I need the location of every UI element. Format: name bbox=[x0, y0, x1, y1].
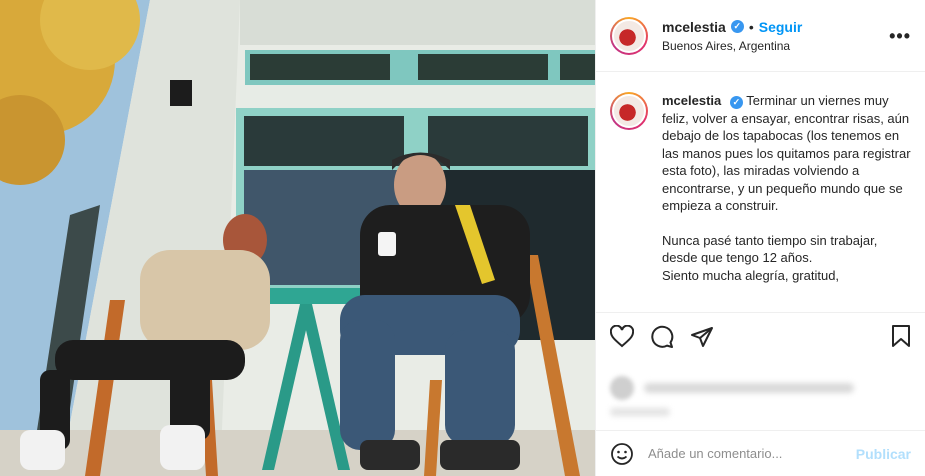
instagram-post: mcelestia ✓ • Seguir Buenos Aires, Argen… bbox=[0, 0, 925, 476]
smiley-icon[interactable] bbox=[610, 442, 634, 466]
comment-box: Añade un comentario... Publicar bbox=[596, 430, 925, 476]
bookmark-icon[interactable] bbox=[889, 324, 913, 348]
post-sidebar: mcelestia ✓ • Seguir Buenos Aires, Argen… bbox=[595, 0, 925, 476]
caption: mcelestia ✓ Terminar un viernes muy feli… bbox=[662, 92, 911, 312]
follow-button[interactable]: Seguir bbox=[759, 19, 803, 35]
caption-text: Terminar un viernes muy feliz, volver a … bbox=[662, 93, 911, 213]
author-username[interactable]: mcelestia bbox=[662, 19, 726, 35]
comment-bubble-icon[interactable] bbox=[650, 325, 674, 349]
action-bar bbox=[596, 312, 925, 360]
caption-username[interactable]: mcelestia bbox=[662, 93, 721, 108]
heart-icon[interactable] bbox=[610, 324, 634, 349]
separator-dot: • bbox=[748, 18, 754, 35]
more-options-icon[interactable]: ••• bbox=[889, 26, 911, 47]
comments-area[interactable]: mcelestia ✓ Terminar un viernes muy feli… bbox=[596, 72, 925, 312]
post-photo-illustration bbox=[0, 0, 595, 476]
paper-plane-icon[interactable] bbox=[690, 325, 714, 349]
caption-paragraph-2-line-1: Nunca pasé tanto tiempo sin trabajar, de… bbox=[662, 232, 878, 266]
post-photo[interactable] bbox=[0, 0, 595, 476]
likes-text-blurred bbox=[644, 383, 854, 393]
post-header: mcelestia ✓ • Seguir Buenos Aires, Argen… bbox=[596, 0, 925, 72]
comment-input[interactable]: Añade un comentario... bbox=[648, 446, 856, 461]
verified-badge-icon: ✓ bbox=[730, 20, 744, 33]
caption-avatar[interactable] bbox=[610, 92, 648, 130]
liker-avatar bbox=[610, 376, 634, 400]
post-location[interactable]: Buenos Aires, Argentina bbox=[662, 39, 802, 53]
post-date-blurred bbox=[610, 408, 670, 416]
author-avatar[interactable] bbox=[610, 16, 648, 55]
publish-button[interactable]: Publicar bbox=[856, 446, 911, 462]
verified-badge-icon: ✓ bbox=[729, 96, 743, 109]
caption-paragraph-2-line-2: Siento mucha alegría, gratitud, bbox=[662, 267, 840, 283]
